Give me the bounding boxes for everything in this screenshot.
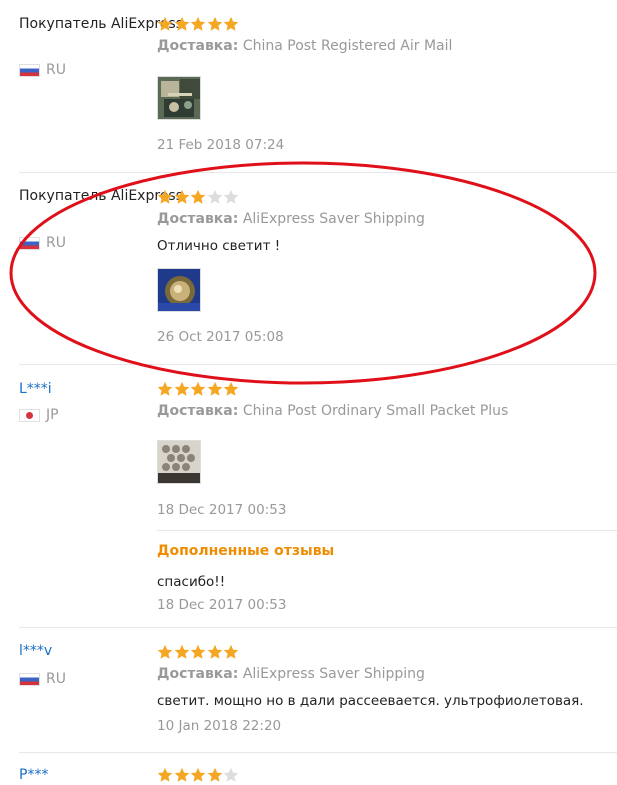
- country-code: RU: [46, 62, 66, 78]
- star-filled-icon: [190, 644, 206, 659]
- star-filled-icon: [207, 16, 222, 31]
- star-filled-icon: [157, 381, 173, 396]
- star-filled-icon: [190, 189, 206, 204]
- star-filled-icon: [207, 381, 222, 396]
- additional-review-date: 18 Dec 2017 00:53: [157, 597, 287, 613]
- highlight-ellipse: [9, 161, 597, 385]
- star-filled-icon: [174, 189, 189, 204]
- star-filled-icon: [157, 16, 173, 31]
- reviewer-country: JP: [19, 407, 59, 423]
- review-photo-thumbnail[interactable]: [157, 440, 201, 484]
- flag-ru-icon: [19, 236, 40, 250]
- delivery-info: Доставка: AliExpress Saver Shipping: [157, 211, 425, 227]
- rating-stars: [157, 644, 240, 660]
- delivery-info: Доставка: AliExpress Saver Shipping: [157, 666, 425, 682]
- delivery-method: AliExpress Saver Shipping: [242, 211, 425, 227]
- star-filled-icon: [157, 189, 173, 204]
- flag-ru-icon: [19, 63, 40, 77]
- star-filled-icon: [174, 16, 189, 31]
- delivery-info: Доставка: China Post Ordinary Small Pack…: [157, 403, 508, 419]
- reviewer-country: RU: [19, 235, 66, 251]
- review-text: Отлично светит !: [157, 238, 281, 254]
- review-text: светит. мощно но в дали рассеевается. ул…: [157, 693, 584, 709]
- flag-ru-icon: [19, 672, 40, 686]
- star-filled-icon: [190, 16, 206, 31]
- rating-stars: [157, 767, 240, 783]
- delivery-info: Доставка: China Post Registered Air Mail: [157, 38, 452, 54]
- review-photo-thumbnail[interactable]: [157, 76, 201, 120]
- review-divider: [19, 172, 617, 173]
- star-empty-icon: [223, 767, 239, 782]
- star-empty-icon: [207, 189, 222, 204]
- review-date: 18 Dec 2017 00:53: [157, 502, 287, 518]
- delivery-label: Доставка:: [157, 666, 239, 682]
- review-date: 10 Jan 2018 22:20: [157, 718, 282, 734]
- star-filled-icon: [174, 381, 189, 396]
- star-filled-icon: [223, 16, 239, 31]
- reviewer-country: RU: [19, 62, 66, 78]
- star-filled-icon: [190, 381, 206, 396]
- reviewer-name[interactable]: P***: [19, 765, 48, 785]
- additional-review-text: спасибо!!: [157, 574, 226, 590]
- country-code: JP: [46, 407, 59, 423]
- review-date: 21 Feb 2018 07:24: [157, 137, 285, 153]
- review-divider: [19, 752, 617, 753]
- star-empty-icon: [223, 189, 239, 204]
- star-filled-icon: [207, 644, 222, 659]
- star-filled-icon: [223, 381, 239, 396]
- review-photo-thumbnail[interactable]: [157, 268, 201, 312]
- star-filled-icon: [157, 644, 173, 659]
- delivery-method: China Post Ordinary Small Packet Plus: [242, 403, 509, 419]
- additional-review-label: Дополненные отзывы: [157, 543, 335, 559]
- reviewer-name[interactable]: l***v: [19, 641, 52, 661]
- star-filled-icon: [174, 644, 189, 659]
- star-filled-icon: [174, 767, 189, 782]
- rating-stars: [157, 16, 240, 32]
- review-divider: [19, 627, 617, 628]
- star-filled-icon: [207, 767, 222, 782]
- review-date: 26 Oct 2017 05:08: [157, 329, 284, 345]
- star-filled-icon: [190, 767, 206, 782]
- reviewer-country: RU: [19, 671, 66, 687]
- additional-divider: [157, 530, 617, 531]
- rating-stars: [157, 381, 240, 397]
- country-code: RU: [46, 235, 66, 251]
- review-divider: [19, 364, 617, 365]
- reviewer-name[interactable]: L***i: [19, 379, 52, 399]
- delivery-label: Доставка:: [157, 38, 239, 54]
- country-code: RU: [46, 671, 66, 687]
- delivery-method: China Post Registered Air Mail: [242, 38, 453, 54]
- rating-stars: [157, 189, 240, 205]
- delivery-method: AliExpress Saver Shipping: [242, 666, 425, 682]
- star-filled-icon: [223, 644, 239, 659]
- flag-jp-icon: [19, 408, 40, 422]
- delivery-label: Доставка:: [157, 403, 239, 419]
- delivery-label: Доставка:: [157, 211, 239, 227]
- star-filled-icon: [157, 767, 173, 782]
